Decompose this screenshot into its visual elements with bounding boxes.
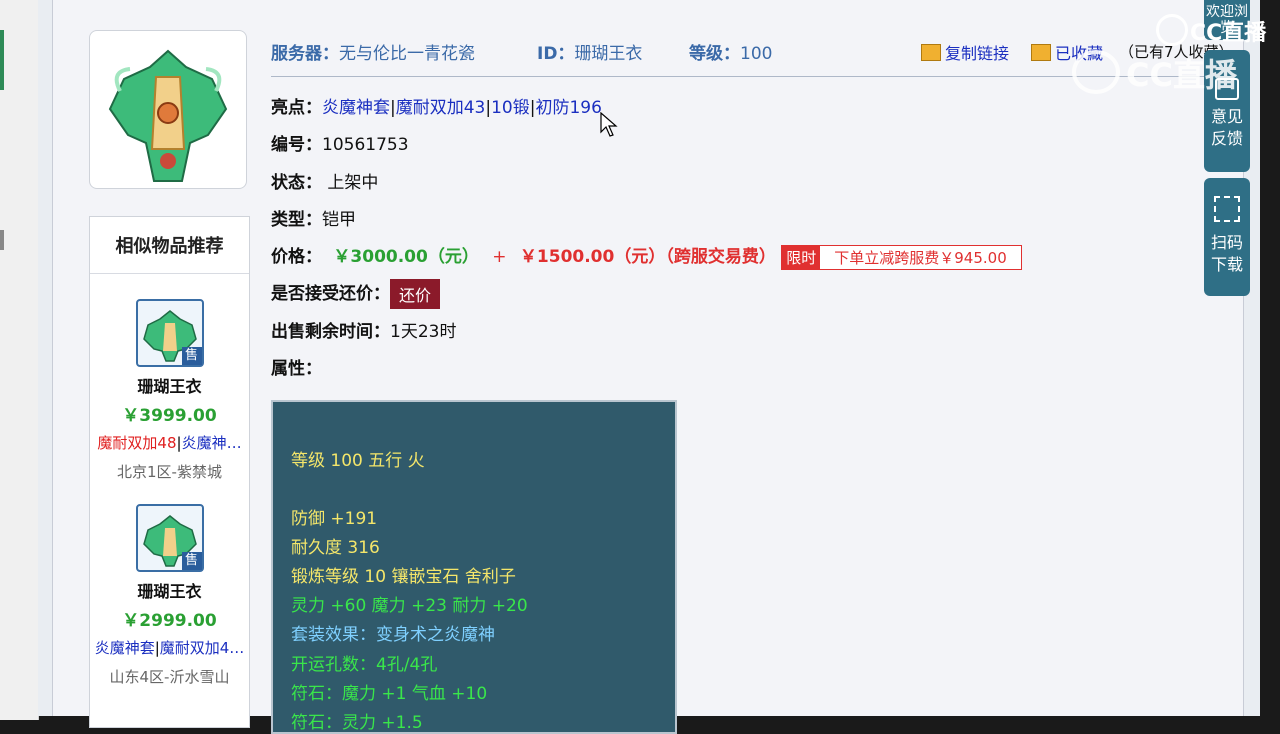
- left-edge-strip: [0, 0, 39, 720]
- attr-line: 套装效果：变身术之炎魔神: [291, 625, 495, 645]
- bargain-button[interactable]: 还价: [390, 279, 441, 309]
- similar-item-name[interactable]: 珊瑚王衣: [90, 578, 249, 602]
- highlight-link[interactable]: 炎魔神套: [322, 98, 390, 118]
- attributes-row: 属性：: [271, 359, 322, 379]
- mouse-cursor-icon: [600, 112, 618, 137]
- copy-link-icon: [921, 44, 941, 61]
- id-value: 珊瑚王衣: [574, 44, 643, 64]
- attr-line: 开运孔数：4孔/4孔: [291, 655, 438, 675]
- similar-item-tags: 炎魔神套|魔耐双加4…: [90, 637, 249, 658]
- similar-item-card[interactable]: 售 珊瑚王衣 ￥3999.00 魔耐双加48|炎魔神… 北京1区-紫禁城: [90, 299, 249, 482]
- similar-items-title: 相似物品推荐: [90, 217, 249, 274]
- cc-live-watermark-large: CC直播: [1072, 50, 1237, 96]
- attr-line: 锻炼等级 10 镶嵌宝石 舍利子: [291, 567, 516, 587]
- similar-item-card[interactable]: 售 珊瑚王衣 ￥2999.00 炎魔神套|魔耐双加4… 山东4区-沂水雪山: [90, 504, 249, 687]
- cc-live-watermark: CC直播: [1156, 14, 1266, 47]
- tag-link[interactable]: 炎魔神…: [182, 434, 242, 452]
- favorite-icon: [1031, 44, 1051, 61]
- similar-item-price: ￥3999.00: [122, 406, 217, 426]
- tag-link[interactable]: 炎魔神套: [95, 639, 155, 657]
- attr-line: 灵力 +60 魔力 +23 耐力 +20: [291, 596, 528, 616]
- bargain-row: 是否接受还价： 还价: [271, 279, 441, 309]
- level-value: 100: [740, 44, 773, 64]
- status-row: 状态： 上架中: [271, 173, 379, 193]
- similar-items-panel: 相似物品推荐 售 珊瑚王衣 ￥3999.00 魔耐双加48|炎魔神… 北京1区-…: [89, 216, 250, 728]
- qr-scan-icon: [1214, 196, 1240, 222]
- limit-promo-badge: 限时 下单立减跨服费￥945.00: [781, 244, 1022, 270]
- left-strip-arrow: [0, 230, 4, 250]
- item-detail-page: 相似物品推荐 售 珊瑚王衣 ￥3999.00 魔耐双加48|炎魔神… 北京1区-…: [52, 0, 1244, 734]
- cc-logo-icon: [1072, 50, 1120, 94]
- copy-link-button[interactable]: 复制链接: [921, 40, 1009, 64]
- highlights-row: 亮点：炎魔神套|魔耐双加43|10锻|初防196: [271, 98, 602, 118]
- similar-item-server: 北京1区-紫禁城: [117, 463, 222, 481]
- price-fee: ￥1500.00（元）（跨服交易费）: [519, 247, 776, 267]
- highlight-link[interactable]: 魔耐双加43: [396, 98, 486, 118]
- tag-link[interactable]: 魔耐双加4…: [160, 639, 245, 657]
- item-image: [89, 30, 247, 189]
- similar-item-name[interactable]: 珊瑚王衣: [90, 373, 249, 397]
- browser-frame: 相似物品推荐 售 珊瑚王衣 ￥3999.00 魔耐双加48|炎魔神… 北京1区-…: [38, 0, 1260, 734]
- tag-link[interactable]: 魔耐双加48: [97, 434, 176, 452]
- highlight-link[interactable]: 10锻: [491, 98, 530, 118]
- attr-line: 防御 +191: [291, 509, 378, 529]
- level-info: 等级：100: [689, 44, 773, 64]
- price-row: 价格： ￥3000.00（元） + ￥1500.00（元）（跨服交易费） 限时下…: [271, 242, 1022, 270]
- server-value: 无与伦比一青花瓷: [339, 44, 475, 64]
- server-info: 服务器：无与伦比一青花瓷: [271, 44, 475, 64]
- scan-download-button[interactable]: 扫码下载: [1204, 178, 1250, 296]
- type-row: 类型：铠甲: [271, 210, 356, 230]
- attr-line: 符石：灵力 +1.5: [291, 713, 423, 733]
- similar-item-icon[interactable]: 售: [135, 504, 204, 572]
- similar-item-tags: 魔耐双加48|炎魔神…: [90, 432, 249, 453]
- price-main: ￥3000.00（元）: [333, 247, 479, 267]
- id-info: ID：珊瑚王衣: [537, 44, 643, 64]
- cc-logo-icon: [1156, 14, 1188, 46]
- attr-line: 符石：魔力 +1 气血 +10: [291, 684, 488, 704]
- similar-item-price: ￥2999.00: [122, 611, 217, 631]
- sale-badge: 售: [181, 552, 202, 570]
- item-header: 服务器：无与伦比一青花瓷 ID：珊瑚王衣 等级：100 复制链接 已收藏 （已有…: [271, 36, 1234, 77]
- attr-line: 等级 100 五行 火: [291, 451, 425, 471]
- left-strip-marker: [0, 30, 4, 90]
- similar-item-icon[interactable]: 售: [135, 299, 204, 367]
- armor-icon: [108, 49, 228, 182]
- attributes-panel: 等级 100 五行 火 防御 +191 耐久度 316 锻炼等级 10 镶嵌宝石…: [271, 400, 677, 734]
- price-plus: +: [492, 247, 507, 267]
- number-value: 10561753: [322, 135, 409, 155]
- attr-line: 耐久度 316: [291, 538, 380, 558]
- type-value: 铠甲: [322, 210, 356, 230]
- similar-item-server: 山东4区-沂水雪山: [109, 668, 230, 686]
- status-value: 上架中: [327, 173, 379, 193]
- highlight-link[interactable]: 初防196: [535, 98, 601, 118]
- remain-time-row: 出售剩余时间：1天23时: [271, 322, 457, 342]
- remain-time-value: 1天23时: [390, 322, 457, 342]
- sale-badge: 售: [181, 347, 202, 365]
- number-row: 编号：10561753: [271, 135, 409, 155]
